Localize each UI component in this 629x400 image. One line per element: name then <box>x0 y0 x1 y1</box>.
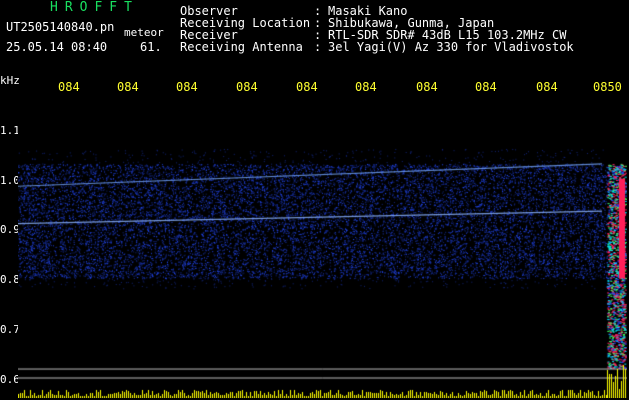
meta-label-antenna: Receiving Antenna <box>180 40 303 54</box>
x-tick-label: 084 <box>475 80 497 94</box>
y-tick-label: 0.8 <box>0 273 20 286</box>
filename-label: UT2505140840.pn <box>6 20 115 34</box>
mode-label: meteor <box>124 26 164 39</box>
x-tick-label: 084 <box>355 80 377 94</box>
spectrogram-plot <box>18 100 627 398</box>
brand-title: HROFFT <box>50 0 139 15</box>
y-tick-label: 0.7 <box>0 323 20 336</box>
x-tick-label: 0850 <box>593 80 622 94</box>
x-tick-label: 084 <box>296 80 318 94</box>
x-tick-label: 084 <box>58 80 80 94</box>
unit-label: kHz <box>0 74 20 87</box>
meta-colon: : <box>314 40 322 54</box>
x-tick-label: 084 <box>536 80 558 94</box>
y-tick-label: 1.1 <box>0 124 20 137</box>
meta-value-antenna: 3el Yagi(V) Az 330 for Vladivostok <box>328 40 574 54</box>
x-tick-label: 084 <box>416 80 438 94</box>
y-tick-label: 0.9 <box>0 223 20 236</box>
x-tick-label: 084 <box>236 80 258 94</box>
x-tick-label: 084 <box>117 80 139 94</box>
x-tick-label: 084 <box>176 80 198 94</box>
y-tick-label: 1.0 <box>0 174 20 187</box>
timestamp-label: 25.05.14 08:40 <box>6 40 108 54</box>
count-label: 61. <box>140 40 162 54</box>
y-tick-label: 0.6 <box>0 373 20 386</box>
